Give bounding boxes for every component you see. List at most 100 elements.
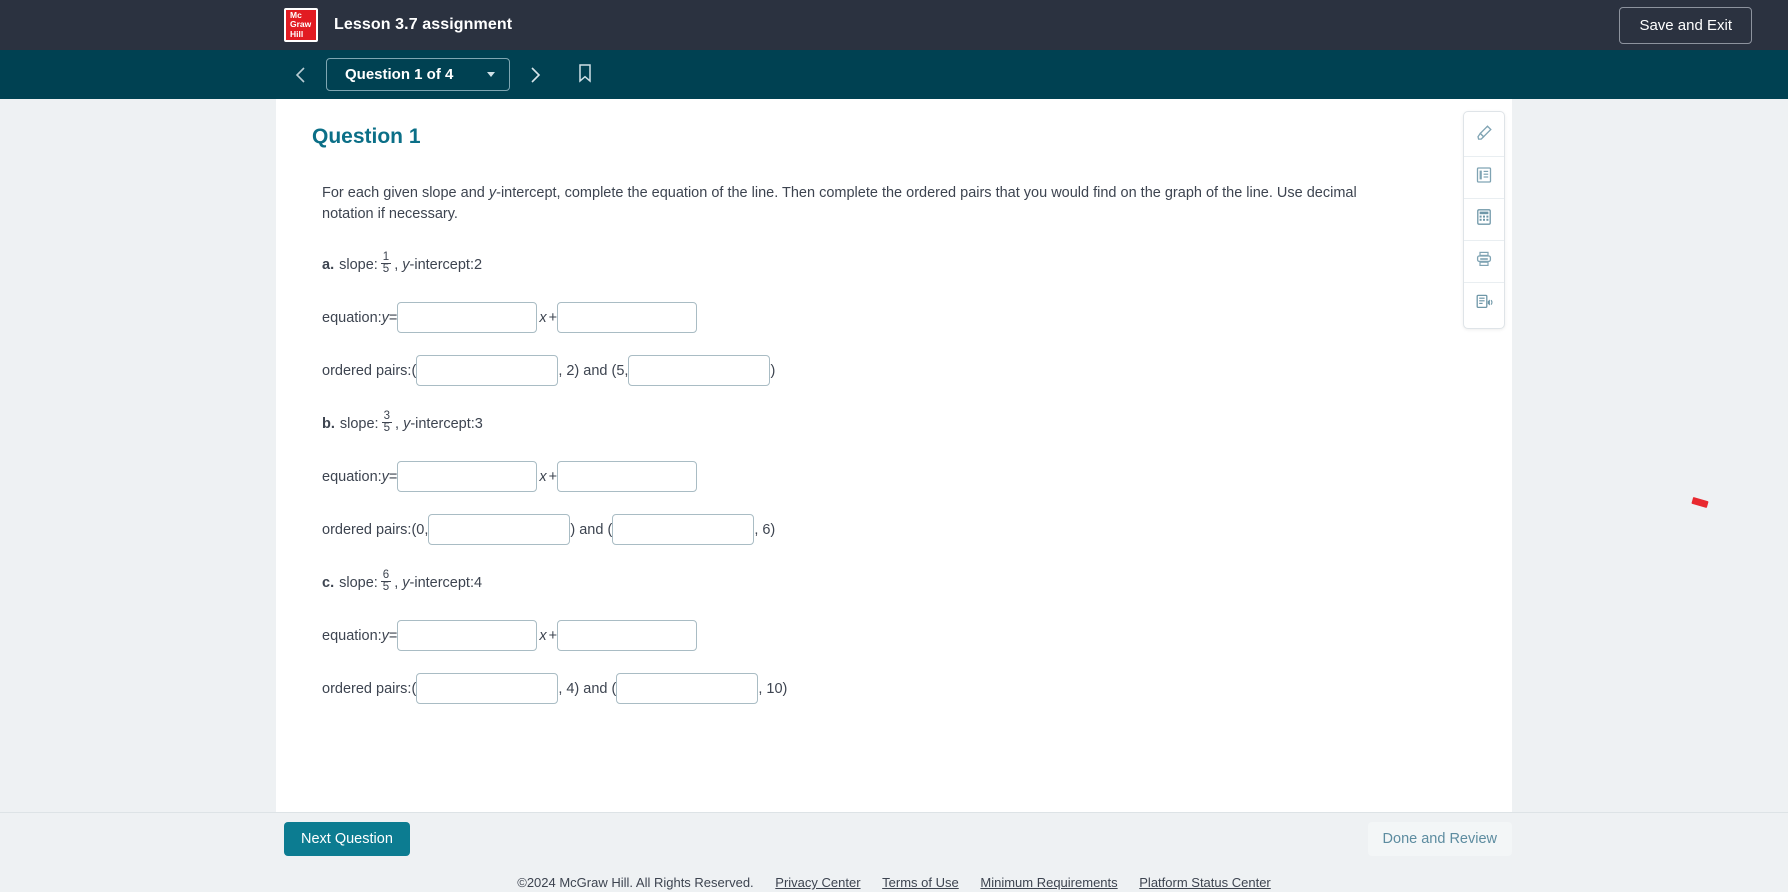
terms-of-use-link[interactable]: Terms of Use — [882, 875, 959, 890]
part-a-header: a. slope: 1 5 , y -intercept: 2 — [322, 251, 1472, 276]
part-b-intercept-value: 3 — [474, 415, 483, 432]
part-a-pair1-after: , 2) and (5, — [558, 362, 629, 379]
part-b-equation-label: equation: — [322, 468, 382, 485]
previous-question-button[interactable] — [284, 58, 318, 92]
platform-status-center-link[interactable]: Platform Status Center — [1139, 875, 1271, 890]
question-card: Question 1 For each given slope and y-in… — [276, 99, 1512, 812]
part-a-pair2-close: ) — [770, 362, 776, 379]
part-b-eq-y: y — [381, 468, 389, 485]
part-c-equation-row: equation: y = x + — [322, 620, 1472, 651]
question-nav-bar: Question 1 of 4 — [0, 50, 1788, 99]
app-header: Mc Graw Hill Lesson 3.7 assignment Save … — [0, 0, 1788, 50]
part-b-intercept-label: -intercept: — [410, 415, 475, 432]
part-b-pair1-open: (0, — [411, 521, 429, 538]
highlighter-tool[interactable] — [1464, 115, 1504, 157]
part-c-pair2-input[interactable] — [616, 673, 759, 704]
done-and-review-button[interactable]: Done and Review — [1367, 821, 1512, 856]
part-b: b. slope: 3 5 , y -intercept: 3 equation… — [322, 410, 1472, 545]
part-a-ordered-pairs-row: ordered pairs: ( , 2) and (5, ) — [322, 355, 1472, 386]
part-b-intercept-input[interactable] — [557, 461, 698, 492]
part-c-ordered-pairs-row: ordered pairs: ( , 4) and ( , 10) — [322, 673, 1472, 704]
part-c-eq-y: y — [381, 627, 389, 644]
part-c-ordered-label: ordered pairs: — [322, 680, 412, 697]
part-b-y-italic: y — [403, 415, 411, 432]
bookmark-button[interactable] — [568, 58, 602, 92]
part-a-equation-label: equation: — [322, 309, 382, 326]
minimum-requirements-link[interactable]: Minimum Requirements — [980, 875, 1117, 890]
question-selector-dropdown[interactable]: Question 1 of 4 — [326, 58, 511, 91]
part-b-eq-plus: + — [548, 468, 558, 485]
part-a-letter: a. — [322, 256, 335, 273]
part-c-pair1-after: , 4) and ( — [558, 680, 617, 697]
part-b-comma: , — [395, 415, 404, 432]
part-c-eq-equals: = — [388, 627, 398, 644]
next-question-button[interactable]: Next Question — [284, 821, 410, 856]
page-body: Question 1 For each given slope and y-in… — [0, 99, 1788, 892]
part-c-pair2-close: , 10) — [758, 680, 788, 697]
part-a-intercept-label: -intercept: — [409, 256, 474, 273]
part-c-eq-plus: + — [548, 627, 558, 644]
part-c-letter: c. — [322, 574, 335, 591]
part-c-intercept-label: -intercept: — [409, 574, 474, 591]
cursor-annotation-mark — [1691, 496, 1709, 509]
part-c-header: c. slope: 6 5 , y -intercept: 4 — [322, 569, 1472, 594]
part-b-letter: b. — [322, 415, 335, 432]
copyright-text: ©2024 McGraw Hill. All Rights Reserved. — [517, 875, 754, 890]
calculator-icon — [1474, 207, 1494, 232]
part-c-y-italic: y — [402, 574, 410, 591]
part-b-equation-row: equation: y = x + — [322, 461, 1472, 492]
part-c-intercept-input[interactable] — [557, 620, 698, 651]
part-a-ordered-label: ordered pairs: — [322, 362, 412, 379]
question-heading: Question 1 — [312, 125, 421, 148]
part-b-pair1-after: ) and ( — [570, 521, 613, 538]
part-a-pair2-input[interactable] — [628, 355, 771, 386]
part-a-denominator: 5 — [380, 263, 392, 275]
part-b-slope-label: slope: — [339, 415, 379, 432]
part-b-eq-equals: = — [388, 468, 398, 485]
chevron-down-icon — [487, 72, 496, 77]
part-b-numerator: 3 — [383, 410, 390, 422]
calculator-tool[interactable] — [1464, 199, 1504, 241]
bookmark-icon — [577, 63, 593, 86]
next-question-arrow-button[interactable] — [518, 58, 552, 92]
part-a-eq-y: y — [381, 309, 389, 326]
part-a-eq-plus: + — [548, 309, 558, 326]
part-c-eq-x: x — [539, 627, 547, 644]
part-b-header: b. slope: 3 5 , y -intercept: 3 — [322, 410, 1472, 435]
chevron-right-icon — [527, 65, 543, 85]
question-selector-label: Question 1 of 4 — [345, 66, 454, 83]
tools-panel — [1463, 111, 1505, 329]
part-b-pair2-close: , 6) — [754, 521, 776, 538]
part-b-pair2-input[interactable] — [612, 514, 755, 545]
part-a-y-italic: y — [402, 256, 410, 273]
part-c-slope-fraction: 6 5 — [380, 569, 392, 593]
part-a-intercept-input[interactable] — [557, 302, 698, 333]
part-a-numerator: 1 — [382, 251, 390, 263]
privacy-center-link[interactable]: Privacy Center — [775, 875, 860, 890]
part-b-slope-fraction: 3 5 — [381, 410, 392, 434]
notes-tool[interactable] — [1464, 157, 1504, 199]
part-b-pair1-input[interactable] — [428, 514, 571, 545]
part-c-numerator: 6 — [382, 569, 390, 581]
question-footer-bar: Next Question Done and Review — [0, 812, 1788, 864]
part-b-eq-x: x — [539, 468, 547, 485]
part-a-eq-x: x — [539, 309, 547, 326]
part-a-pair1-input[interactable] — [416, 355, 559, 386]
chevron-left-icon — [293, 65, 309, 85]
prompt-text-1: For each given slope and — [322, 185, 489, 201]
notes-icon — [1474, 165, 1494, 190]
save-and-exit-button[interactable]: Save and Exit — [1619, 6, 1752, 44]
part-c-slope-label: slope: — [339, 574, 378, 591]
brand: Mc Graw Hill Lesson 3.7 assignment — [284, 8, 512, 42]
read-aloud-tool[interactable] — [1464, 283, 1504, 325]
print-tool[interactable] — [1464, 241, 1504, 283]
printer-icon — [1474, 249, 1494, 274]
part-c-slope-input[interactable] — [397, 620, 538, 651]
part-a-intercept-value: 2 — [474, 256, 483, 273]
part-b-slope-input[interactable] — [397, 461, 538, 492]
part-c-pair1-input[interactable] — [416, 673, 559, 704]
logo-line-3: Hill — [290, 28, 304, 39]
part-a-slope-input[interactable] — [397, 302, 538, 333]
part-a-eq-equals: = — [388, 309, 398, 326]
part-c: c. slope: 6 5 , y -intercept: 4 equation… — [322, 569, 1472, 704]
